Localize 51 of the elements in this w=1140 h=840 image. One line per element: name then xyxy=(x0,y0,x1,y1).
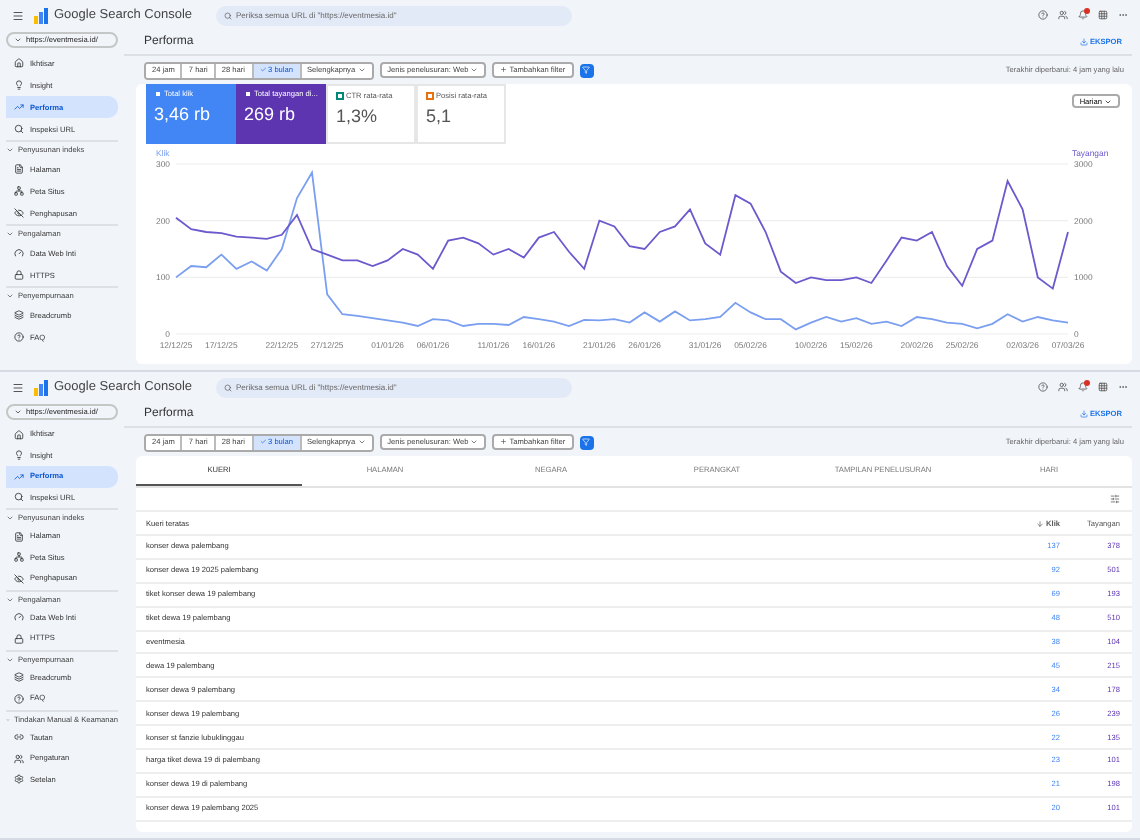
eye-off-icon xyxy=(14,573,24,584)
users-icon xyxy=(14,753,24,764)
search-icon xyxy=(224,11,232,19)
metric-value: 1,3% xyxy=(336,106,380,126)
check-icon xyxy=(259,66,267,74)
gauge-icon xyxy=(14,248,24,258)
trend-line-icon xyxy=(14,102,24,112)
help-icon xyxy=(14,693,24,704)
help-icon[interactable] xyxy=(1038,10,1048,20)
search-icon xyxy=(14,492,24,503)
filter-button[interactable] xyxy=(579,435,594,449)
apps-icon[interactable] xyxy=(1098,382,1108,392)
settings-icon xyxy=(14,774,24,785)
gauge-icon xyxy=(14,612,24,623)
lightbulb-icon xyxy=(14,450,24,461)
sitemap-icon xyxy=(14,552,24,563)
lock-icon xyxy=(14,633,24,644)
metric-value: 3,46 rb xyxy=(154,104,213,124)
lightbulb-icon xyxy=(14,80,24,90)
logo-icon xyxy=(34,379,48,395)
house-icon xyxy=(14,58,24,68)
layers-icon xyxy=(14,672,24,683)
apps-icon[interactable] xyxy=(1098,10,1108,20)
search-icon xyxy=(224,383,232,391)
layers-icon xyxy=(14,310,24,320)
lock-icon xyxy=(14,270,24,280)
page-icon xyxy=(14,531,24,542)
menu-icon[interactable] xyxy=(12,381,24,393)
search-icon xyxy=(14,124,24,134)
sitemap-icon xyxy=(14,186,24,196)
check-icon xyxy=(259,438,267,446)
download-icon xyxy=(1079,38,1088,46)
house-icon xyxy=(14,429,24,440)
filter-button[interactable] xyxy=(579,63,594,77)
bell-icon[interactable] xyxy=(1078,10,1088,20)
metric-value: 269 rb xyxy=(244,104,298,124)
filter-icon[interactable] xyxy=(1110,494,1120,504)
metric-value: 5,1 xyxy=(426,106,454,126)
help-icon[interactable] xyxy=(1038,382,1048,392)
sort-down-icon xyxy=(1036,519,1045,527)
menu-icon[interactable] xyxy=(12,9,24,21)
page-icon xyxy=(14,164,24,174)
users-icon[interactable] xyxy=(1058,10,1068,20)
help-icon xyxy=(14,332,24,342)
trend-line-icon xyxy=(14,471,24,482)
logo-icon xyxy=(34,7,48,23)
users-icon[interactable] xyxy=(1058,382,1068,392)
download-icon xyxy=(1079,410,1088,418)
eye-off-icon xyxy=(14,208,24,218)
link-icon xyxy=(14,732,24,743)
bell-icon[interactable] xyxy=(1078,382,1088,392)
